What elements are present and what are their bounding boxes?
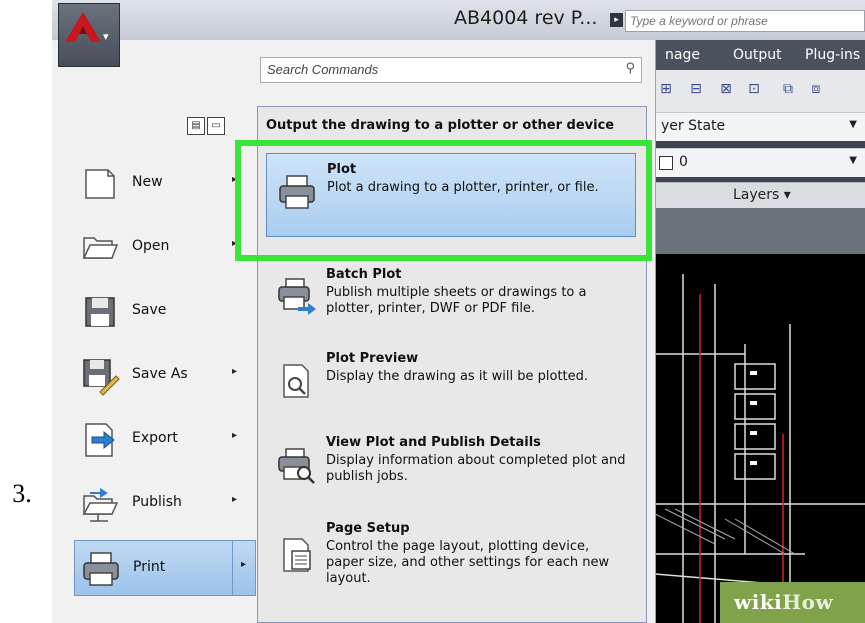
menu-item-label: Export: [132, 430, 178, 446]
chevron-down-icon: ▼: [849, 119, 857, 130]
chevron-down-icon: ▾: [103, 30, 109, 43]
view-plot-details-item[interactable]: View Plot and Publish Details Display in…: [266, 427, 636, 507]
menu-item-save-as[interactable]: Save As ▸: [74, 348, 256, 404]
menu-item-save[interactable]: Save: [74, 284, 256, 340]
menu-item-export[interactable]: Export ▸: [74, 412, 256, 468]
layer-tool-icon[interactable]: ⊞: [655, 78, 677, 100]
recent-documents-icon[interactable]: ▤: [187, 117, 205, 135]
layer-tools-row: ⊞ ⊟ ⊠ ⊡ ⧉ ⧈: [655, 70, 865, 113]
layer-value: 0: [679, 154, 688, 170]
batch-plot-item[interactable]: Batch Plot Publish multiple sheets or dr…: [266, 259, 636, 339]
save-disk-icon: [85, 297, 115, 327]
menu-item-publish[interactable]: Publish ▸: [74, 476, 256, 532]
search-commands-placeholder: Search Commands: [267, 62, 379, 77]
layer-tool-icon[interactable]: ⊟: [685, 78, 707, 100]
building-section-drawing: [655, 274, 865, 623]
step-number: 3.: [12, 479, 32, 508]
search-commands-field[interactable]: Search Commands ⚲: [260, 57, 642, 83]
batch-plot-icon: [278, 278, 316, 315]
menu-item-label: Publish: [132, 494, 182, 510]
printer-icon: [83, 552, 119, 586]
autocad-logo-icon: [65, 12, 101, 42]
submenu-arrow-icon: ▸: [232, 430, 238, 441]
item-description: Display information about completed plot…: [326, 453, 626, 484]
item-title: Batch Plot: [326, 267, 402, 282]
item-description: Control the page layout, plotting device…: [326, 539, 610, 586]
publish-icon: [82, 488, 119, 522]
menu-item-label: Open: [132, 238, 170, 254]
tab-manage[interactable]: nage: [665, 47, 700, 63]
plot-details-icon: [278, 448, 315, 484]
plot-preview-item[interactable]: Plot Preview Display the drawing as it w…: [266, 343, 636, 423]
plot-preview-icon: [283, 364, 309, 398]
panel-title: Output the drawing to a plotter or other…: [266, 118, 615, 133]
menu-item-new[interactable]: New ▸: [74, 156, 256, 212]
plot-highlight-box: [235, 140, 652, 261]
autocad-screenshot: AB4004 rev P... ▸ nage Output Plug-ins ⊞…: [52, 0, 865, 623]
print-split-divider: [232, 540, 233, 596]
file-tabs-bar: [655, 208, 865, 254]
layer-state-label: yer State: [661, 118, 726, 134]
layers-label: Layers ▾: [733, 187, 791, 203]
drawing-canvas[interactable]: [655, 254, 865, 623]
application-menu: Search Commands ⚲ ▤ ▭ New ▸ Open ▸ Save …: [52, 40, 656, 623]
item-description: Display the drawing as it will be plotte…: [326, 369, 589, 384]
open-folder-icon: [82, 237, 119, 259]
page-setup-icon: [283, 538, 311, 572]
ribbon-tabs: nage Output Plug-ins: [655, 40, 865, 70]
layer-state-dropdown[interactable]: yer State ▼: [655, 112, 865, 141]
keyword-search-input[interactable]: [625, 10, 865, 32]
layers-panel-label[interactable]: Layers ▾: [655, 182, 865, 209]
layer-tool-icon[interactable]: ⊠: [715, 78, 737, 100]
layer-tool-icon[interactable]: ⊡: [743, 78, 765, 100]
panel-header: Output the drawing to a plotter or other…: [258, 107, 646, 144]
layer-tool-icon[interactable]: ⧉: [777, 78, 799, 100]
save-as-icon: [83, 359, 120, 396]
item-title: Plot Preview: [326, 351, 419, 366]
layer-tool-icon[interactable]: ⧈: [805, 78, 827, 100]
menu-item-label: Print: [133, 559, 166, 575]
item-description: Publish multiple sheets or drawings to a…: [326, 285, 587, 316]
menu-item-print[interactable]: Print ▸: [74, 540, 256, 596]
submenu-arrow-icon: ▸: [232, 494, 238, 505]
search-icon[interactable]: ⚲: [625, 61, 635, 76]
menu-item-label: Save: [132, 302, 167, 318]
application-menu-button[interactable]: ▾: [58, 3, 120, 67]
menu-item-label: New: [132, 174, 163, 190]
export-icon: [85, 423, 115, 457]
layer-color-swatch: [659, 156, 673, 170]
item-title: View Plot and Publish Details: [326, 435, 541, 450]
tab-output[interactable]: Output: [733, 47, 782, 63]
menu-item-label: Save As: [132, 366, 188, 382]
expand-arrow-icon[interactable]: ▸: [610, 13, 623, 27]
item-title: Page Setup: [326, 521, 410, 536]
layer-dropdown[interactable]: 0 ▼: [655, 148, 865, 177]
title-bar: AB4004 rev P... ▸: [52, 0, 865, 41]
document-title: AB4004 rev P...: [454, 7, 598, 29]
submenu-arrow-icon: ▸: [232, 366, 238, 377]
open-documents-icon[interactable]: ▭: [207, 117, 225, 135]
wikihow-watermark: wikiHow: [720, 582, 865, 623]
watermark-wiki: wiki: [734, 590, 783, 614]
menu-item-open[interactable]: Open ▸: [74, 220, 256, 276]
tab-plugins[interactable]: Plug-ins: [805, 47, 860, 63]
page-setup-item[interactable]: Page Setup Control the page layout, plot…: [266, 513, 636, 613]
submenu-arrow-icon: ▸: [241, 559, 247, 570]
chevron-down-icon: ▼: [849, 155, 857, 166]
new-document-icon: [85, 169, 115, 199]
recent-open-icons: ▤ ▭: [187, 113, 227, 135]
watermark-how: How: [782, 590, 834, 614]
